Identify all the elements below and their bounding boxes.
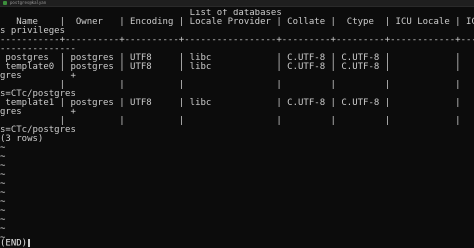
pager-status-line[interactable]: (END) <box>0 238 31 248</box>
window-title: postgres@kalyan <box>10 0 47 5</box>
output-line: (3 rows) <box>0 134 44 144</box>
terminal-icon <box>3 1 7 5</box>
output-line: Name | Owner | Encoding | Locale Provide… <box>16 17 474 27</box>
terminal-output[interactable]: List of databases Name | Owner | Encodin… <box>0 9 474 248</box>
text-cursor <box>28 239 31 247</box>
pager-status-text: (END) <box>0 238 28 248</box>
window-titlebar[interactable]: postgres@kalyan <box>0 0 474 7</box>
